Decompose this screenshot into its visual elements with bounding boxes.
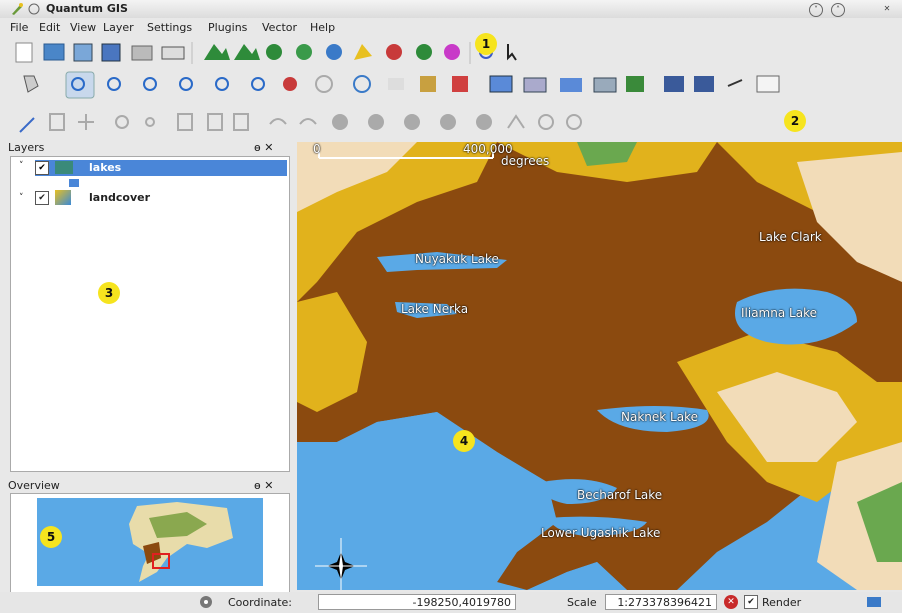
menu-bar: File Edit View Layer Settings Plugins Ve… xyxy=(0,18,902,36)
scalebar-start: 0 xyxy=(313,142,321,156)
render-label: Render xyxy=(762,596,802,609)
coordinate-field[interactable]: -198250,4019780 xyxy=(318,594,516,610)
expand-arrow-icon[interactable]: ˅ xyxy=(19,193,24,203)
menu-plugins[interactable]: Plugins xyxy=(208,21,247,34)
callout-5: 5 xyxy=(40,526,62,548)
overview-map[interactable] xyxy=(37,498,263,586)
close-button[interactable]: ✕ xyxy=(881,3,893,15)
checkbox-landcover[interactable]: ✔ xyxy=(35,191,49,205)
map-label-becharof-lake: Becharof Lake xyxy=(577,488,663,502)
map-label-naknek-lake: Naknek Lake xyxy=(621,410,698,424)
projection-icon[interactable] xyxy=(866,595,882,612)
map-canvas[interactable]: 0 400,000 degrees Lake Clark Nuyakuk Lak… xyxy=(297,142,902,590)
window-title: Quantum GIS xyxy=(46,2,128,15)
maximize-button[interactable]: ˄ xyxy=(831,3,845,17)
float-icon[interactable]: ɵ xyxy=(254,479,261,492)
scale-field[interactable]: 1:273378396421 xyxy=(605,594,717,610)
float-icon[interactable]: ɵ xyxy=(254,141,261,154)
menu-file[interactable]: File xyxy=(10,21,28,34)
layer-row-landcover[interactable]: ✔ landcover xyxy=(35,190,287,206)
qgis-logo-icon xyxy=(10,2,24,16)
render-checkbox[interactable]: ✔ xyxy=(744,595,758,609)
layers-panel-controls[interactable]: ɵ ✕ xyxy=(254,141,273,157)
layer-name-lakes[interactable]: lakes xyxy=(89,161,121,174)
layers-panel-title: Layers xyxy=(8,141,45,154)
scalebar-unit: degrees xyxy=(501,154,550,168)
callout-2: 2 xyxy=(784,110,806,132)
map-label-lake-nerka: Lake Nerka xyxy=(401,302,469,316)
window-menu-icon[interactable] xyxy=(27,2,41,16)
status-bar: Coordinate: -198250,4019780 Scale 1:2733… xyxy=(0,592,902,613)
stop-render-icon[interactable]: ✕ xyxy=(724,595,738,609)
digitizing-toolbar xyxy=(0,100,902,140)
callout-4: 4 xyxy=(453,430,475,452)
map-label-nuyakuk-lake: Nuyakuk Lake xyxy=(415,252,499,266)
callout-1: 1 xyxy=(475,33,497,55)
layers-panel: ✔ lakes ˅ ˅ ✔ landcover xyxy=(10,156,290,472)
minimize-button[interactable]: ˅ xyxy=(809,3,823,17)
menu-view[interactable]: View xyxy=(70,21,96,34)
map-label-lake-clark: Lake Clark xyxy=(759,230,822,244)
vector-layer-icon xyxy=(55,161,73,174)
close-panel-icon[interactable]: ✕ xyxy=(264,479,273,492)
layer-row-lakes[interactable]: ✔ lakes xyxy=(35,160,287,176)
map-rendering xyxy=(297,142,902,590)
map-label-lower-ugashik-lake: Lower Ugashik Lake xyxy=(541,526,661,540)
file-toolbar xyxy=(0,36,902,68)
menu-help[interactable]: Help xyxy=(310,21,335,34)
map-label-iliamna-lake: Iliamna Lake xyxy=(741,306,817,320)
close-panel-icon[interactable]: ✕ xyxy=(264,141,273,154)
expand-arrow-icon[interactable]: ˅ xyxy=(19,161,24,171)
title-bar: Quantum GIS ˅ ˄ ✕ xyxy=(0,0,902,18)
checkbox-lakes[interactable]: ✔ xyxy=(35,161,49,175)
scale-label: Scale xyxy=(567,596,597,609)
coordinate-label: Coordinate: xyxy=(228,596,293,609)
menu-vector[interactable]: Vector xyxy=(262,21,297,34)
menu-settings[interactable]: Settings xyxy=(147,21,192,34)
callout-3: 3 xyxy=(98,282,120,304)
lakes-legend-swatch xyxy=(69,179,79,187)
menu-edit[interactable]: Edit xyxy=(39,21,60,34)
map-navigation-toolbar xyxy=(0,68,902,100)
menu-layer[interactable]: Layer xyxy=(103,21,134,34)
raster-layer-icon xyxy=(55,190,71,205)
coordinate-toggle-icon[interactable] xyxy=(198,595,214,612)
layer-name-landcover[interactable]: landcover xyxy=(89,191,150,204)
